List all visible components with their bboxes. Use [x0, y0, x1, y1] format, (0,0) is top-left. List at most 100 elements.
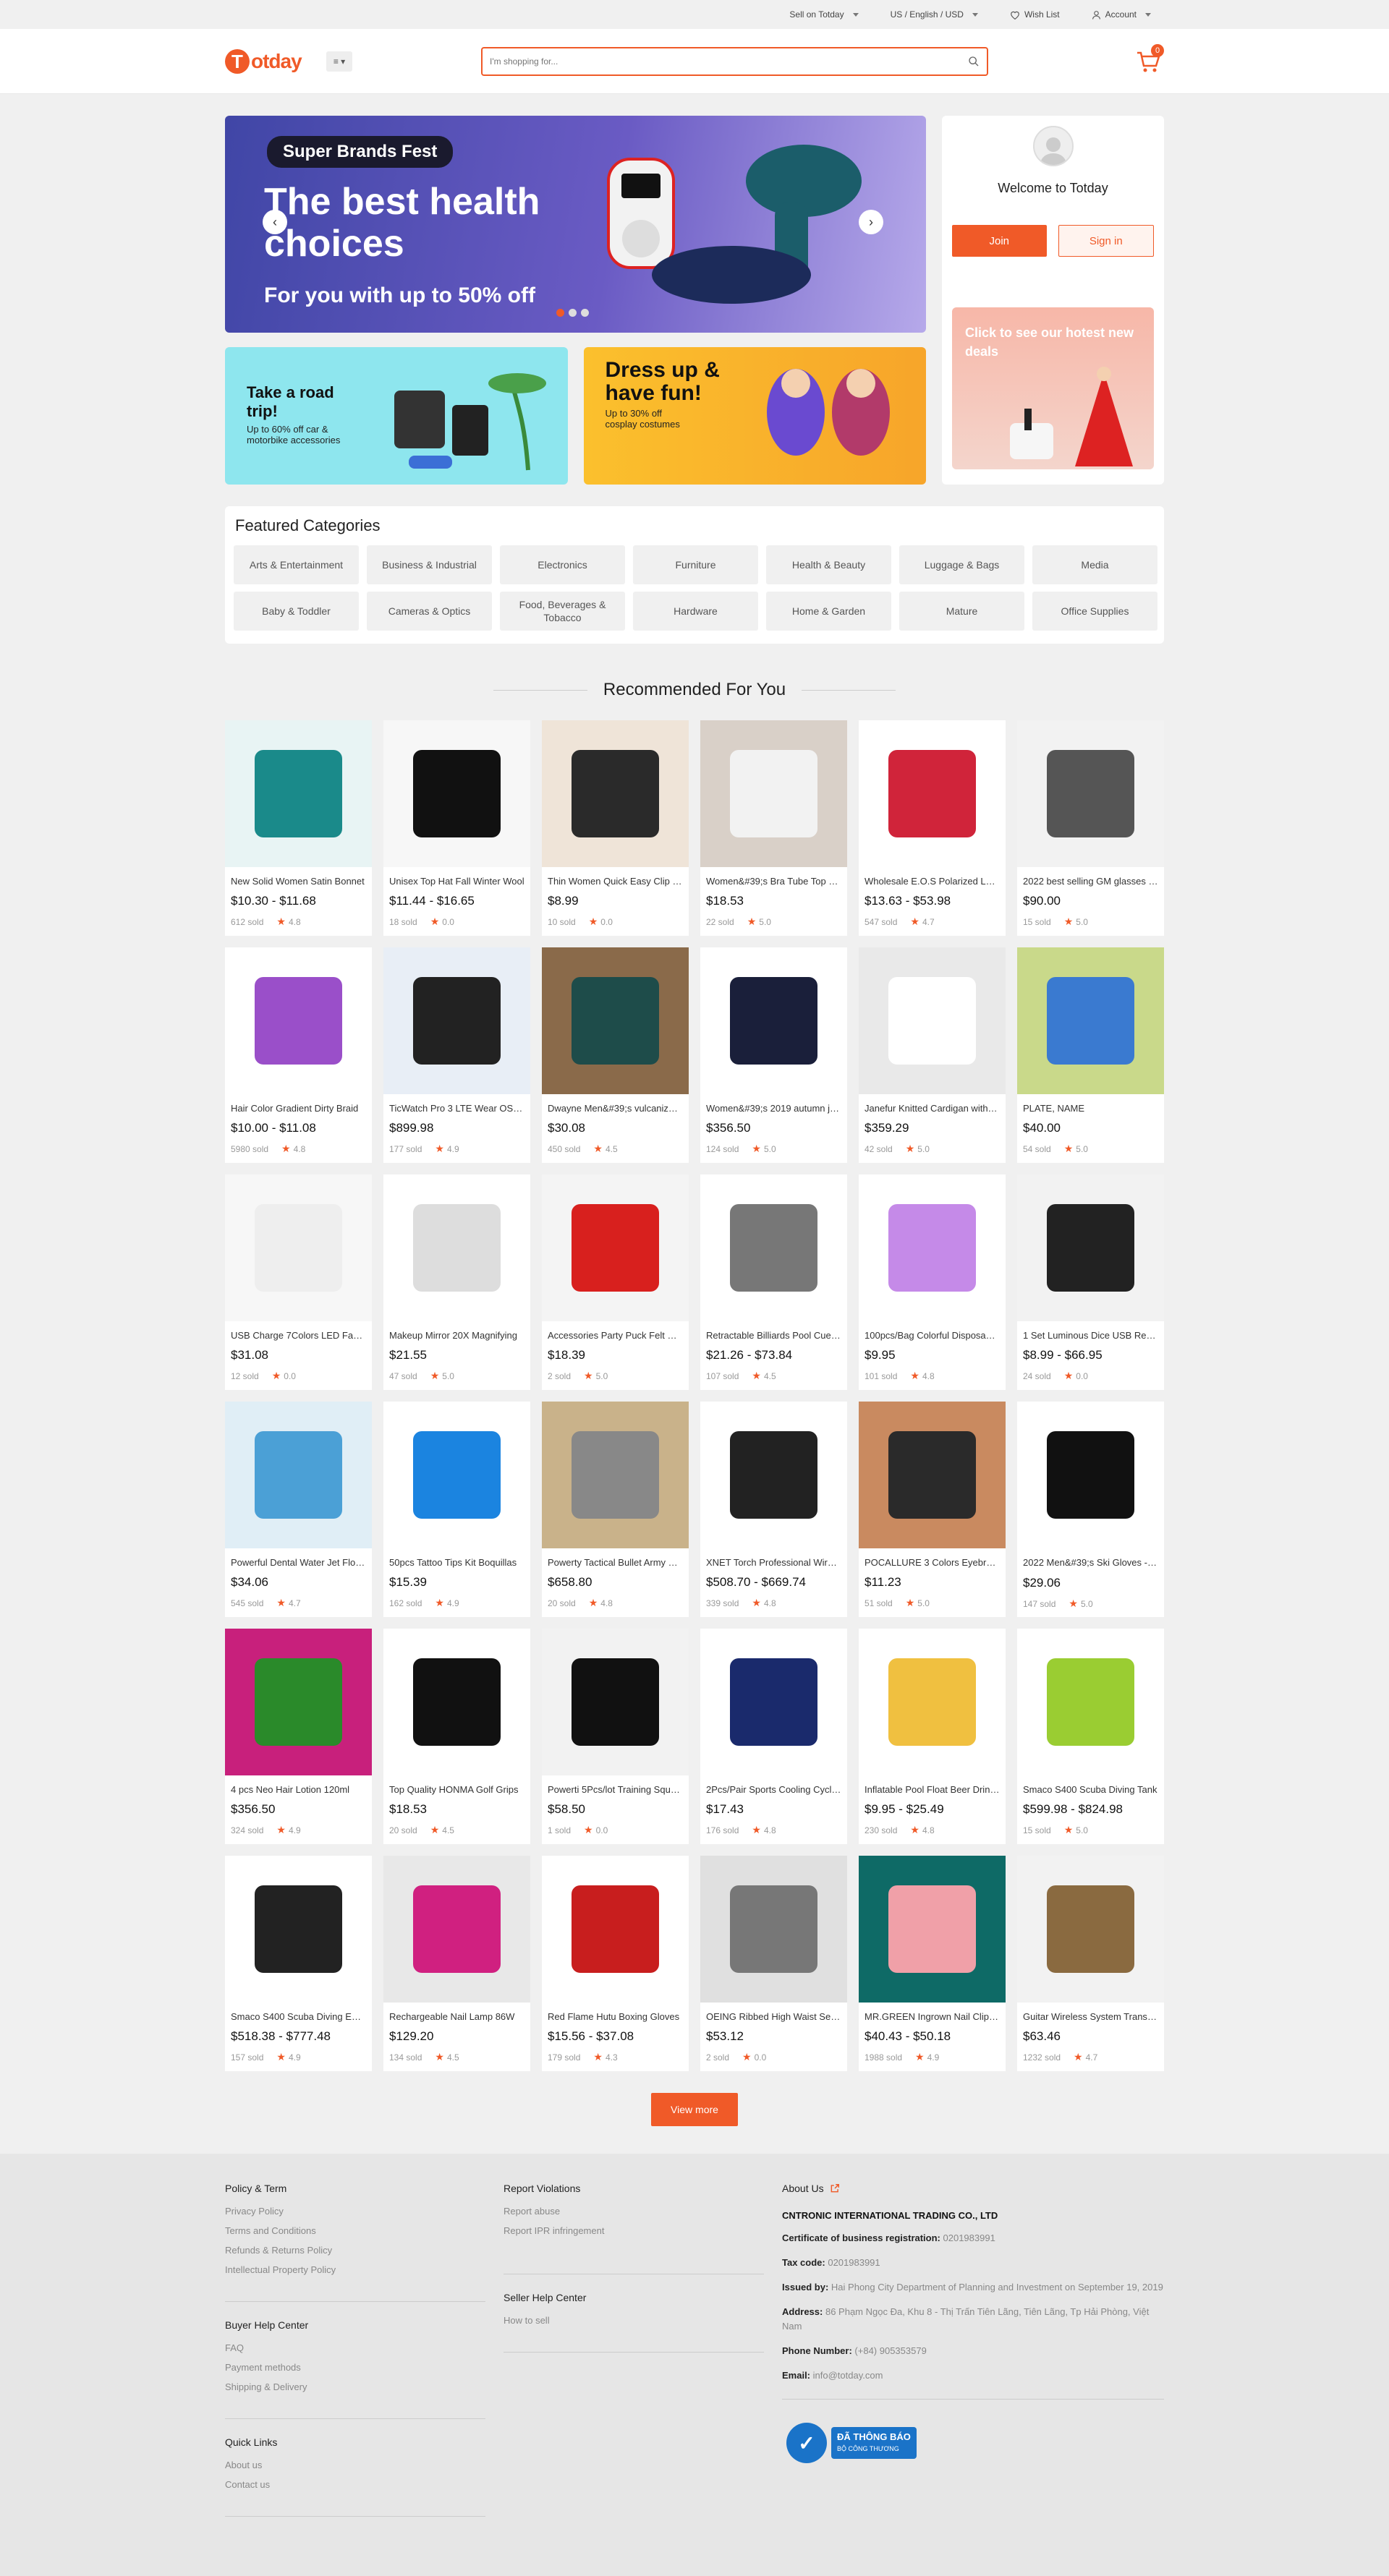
- product-image[interactable]: [1017, 1402, 1164, 1548]
- product-name[interactable]: Powerti 5Pcs/lot Training Squash Ball: [542, 1775, 689, 1795]
- signin-button[interactable]: Sign in: [1058, 225, 1154, 257]
- product-card[interactable]: 1 Set Luminous Dice USB Rechargeable $8.9…: [1017, 1174, 1164, 1390]
- product-card[interactable]: XNET Torch Professional Wireless Pen $508…: [700, 1402, 847, 1617]
- category-chip[interactable]: Office Supplies: [1032, 592, 1158, 631]
- hot-deals-promo[interactable]: Click to see our hotest new deals: [952, 307, 1154, 469]
- product-name[interactable]: XNET Torch Professional Wireless Pen: [700, 1548, 847, 1568]
- product-image[interactable]: [859, 1174, 1006, 1321]
- cart-button[interactable]: 0: [1135, 44, 1164, 74]
- product-name[interactable]: Women&#39;s Bra Tube Top Lace: [700, 867, 847, 887]
- product-image[interactable]: [542, 947, 689, 1094]
- footer-link[interactable]: Report IPR infringement: [504, 2225, 764, 2236]
- product-image[interactable]: [225, 720, 372, 867]
- carousel-prev-button[interactable]: ‹: [263, 210, 287, 234]
- category-chip[interactable]: Food, Beverages & Tobacco: [500, 592, 625, 631]
- footer-link[interactable]: Privacy Policy: [225, 2206, 485, 2217]
- about-us-link[interactable]: About Us: [782, 2183, 1164, 2194]
- product-card[interactable]: New Solid Women Satin Bonnet $10.30 - $11…: [225, 720, 372, 936]
- product-name[interactable]: 50pcs Tattoo Tips Kit Boquillas: [383, 1548, 530, 1568]
- product-card[interactable]: Hair Color Gradient Dirty Braid $10.00 - …: [225, 947, 372, 1163]
- logo[interactable]: T otday: [225, 49, 319, 74]
- product-image[interactable]: [225, 947, 372, 1094]
- category-chip[interactable]: Mature: [899, 592, 1024, 631]
- product-card[interactable]: POCALLURE 3 Colors Eyebrow Pencil$11.235…: [859, 1402, 1006, 1617]
- product-card[interactable]: Powerful Dental Water Jet Flosser $34.06 5…: [225, 1402, 372, 1617]
- carousel-dot[interactable]: [569, 309, 577, 317]
- product-name[interactable]: Retractable Billiards Pool Cue Bridge: [700, 1321, 847, 1341]
- product-image[interactable]: [383, 1856, 530, 2003]
- product-image[interactable]: [383, 947, 530, 1094]
- product-image[interactable]: [1017, 720, 1164, 867]
- product-card[interactable]: Retractable Billiards Pool Cue Bridge $21…: [700, 1174, 847, 1390]
- footer-link[interactable]: FAQ: [225, 2342, 485, 2353]
- product-image[interactable]: [859, 720, 1006, 867]
- product-card[interactable]: USB Charge 7Colors LED Face Mask$31.0812…: [225, 1174, 372, 1390]
- product-card[interactable]: Accessories Party Puck Felt Pads $18.39 2 …: [542, 1174, 689, 1390]
- category-menu-button[interactable]: ≡ ▾: [326, 51, 352, 72]
- product-card[interactable]: Top Quality HONMA Golf Grips $18.53 20 sol…: [383, 1629, 530, 1844]
- footer-link[interactable]: Terms and Conditions: [225, 2225, 485, 2236]
- product-name[interactable]: Unisex Top Hat Fall Winter Wool: [383, 867, 530, 887]
- search-icon[interactable]: [968, 56, 980, 67]
- product-image[interactable]: [1017, 1856, 1164, 2003]
- category-chip[interactable]: Home & Garden: [766, 592, 891, 631]
- product-name[interactable]: Makeup Mirror 20X Magnifying: [383, 1321, 530, 1341]
- sell-link[interactable]: Sell on Totday: [789, 9, 859, 20]
- product-card[interactable]: Powerty Tactical Bullet Army Ring $658.80…: [542, 1402, 689, 1617]
- product-name[interactable]: OEING Ribbed High Waist Seamless: [700, 2003, 847, 2022]
- category-chip[interactable]: Cameras & Optics: [367, 592, 492, 631]
- product-name[interactable]: Red Flame Hutu Boxing Gloves: [542, 2003, 689, 2022]
- hero-carousel[interactable]: Super Brands Fest The best health choice…: [225, 116, 926, 333]
- category-chip[interactable]: Media: [1032, 545, 1158, 584]
- product-card[interactable]: Wholesale E.O.S Polarized Lenses $13.63 -…: [859, 720, 1006, 936]
- carousel-next-button[interactable]: ›: [859, 210, 883, 234]
- product-image[interactable]: [700, 720, 847, 867]
- product-name[interactable]: Janefur Knitted Cardigan with Fur: [859, 1094, 1006, 1114]
- product-image[interactable]: [383, 1402, 530, 1548]
- product-name[interactable]: Dwayne Men&#39;s vulcanized shoes: [542, 1094, 689, 1114]
- product-name[interactable]: Women&#39;s 2019 autumn jumpsuit: [700, 1094, 847, 1114]
- product-name[interactable]: Powerty Tactical Bullet Army Ring: [542, 1548, 689, 1568]
- product-card[interactable]: Dwayne Men&#39;s vulcanized shoes$30.084…: [542, 947, 689, 1163]
- product-image[interactable]: [225, 1174, 372, 1321]
- product-card[interactable]: Guitar Wireless System Transmitter $63.46…: [1017, 1856, 1164, 2071]
- footer-link[interactable]: Contact us: [225, 2479, 485, 2490]
- carousel-dot[interactable]: [581, 309, 589, 317]
- wishlist-link[interactable]: Wish List: [1010, 9, 1060, 20]
- carousel-dot[interactable]: [556, 309, 564, 317]
- product-name[interactable]: Guitar Wireless System Transmitter: [1017, 2003, 1164, 2022]
- product-image[interactable]: [700, 1402, 847, 1548]
- product-card[interactable]: PLATE, NAME $40.00 54 sold ★ 5.0: [1017, 947, 1164, 1163]
- product-name[interactable]: 2022 Men&#39;s Ski Gloves -30℃: [1017, 1548, 1164, 1569]
- category-chip[interactable]: Electronics: [500, 545, 625, 584]
- product-card[interactable]: Smaco S400 Scuba Diving Tank $599.98 - $8…: [1017, 1629, 1164, 1844]
- product-image[interactable]: [383, 1629, 530, 1775]
- footer-link[interactable]: About us: [225, 2460, 485, 2470]
- product-image[interactable]: [225, 1629, 372, 1775]
- product-card[interactable]: Powerti 5Pcs/lot Training Squash Ball $58…: [542, 1629, 689, 1844]
- product-card[interactable]: Women&#39;s Bra Tube Top Lace $18.53 22 so…: [700, 720, 847, 936]
- category-chip[interactable]: Hardware: [633, 592, 758, 631]
- locale-selector[interactable]: US / English / USD: [891, 9, 978, 20]
- product-card[interactable]: 100pcs/Bag Colorful Disposable Gloves $9.…: [859, 1174, 1006, 1390]
- view-more-button[interactable]: View more: [651, 2093, 738, 2126]
- product-card[interactable]: Smaco S400 Scuba Diving Equipment $518.38…: [225, 1856, 372, 2071]
- product-image[interactable]: [542, 720, 689, 867]
- product-image[interactable]: [700, 1629, 847, 1775]
- footer-link[interactable]: Report abuse: [504, 2206, 764, 2217]
- product-image[interactable]: [700, 1174, 847, 1321]
- product-image[interactable]: [542, 1856, 689, 2003]
- search-input[interactable]: [490, 56, 968, 67]
- product-card[interactable]: TicWatch Pro 3 LTE Wear OS Smartwatch $89…: [383, 947, 530, 1163]
- product-name[interactable]: Inflatable Pool Float Beer Drink Holder: [859, 1775, 1006, 1795]
- product-name[interactable]: Wholesale E.O.S Polarized Lenses: [859, 867, 1006, 887]
- category-chip[interactable]: Health & Beauty: [766, 545, 891, 584]
- product-image[interactable]: [225, 1402, 372, 1548]
- product-image[interactable]: [700, 947, 847, 1094]
- product-card[interactable]: 2022 best selling GM glasses frame $90.00…: [1017, 720, 1164, 936]
- footer-link[interactable]: Refunds & Returns Policy: [225, 2245, 485, 2256]
- product-card[interactable]: OEING Ribbed High Waist Seamless $53.12 2 …: [700, 1856, 847, 2071]
- product-name[interactable]: 2022 best selling GM glasses frame: [1017, 867, 1164, 887]
- category-chip[interactable]: Baby & Toddler: [234, 592, 359, 631]
- category-chip[interactable]: Luggage & Bags: [899, 545, 1024, 584]
